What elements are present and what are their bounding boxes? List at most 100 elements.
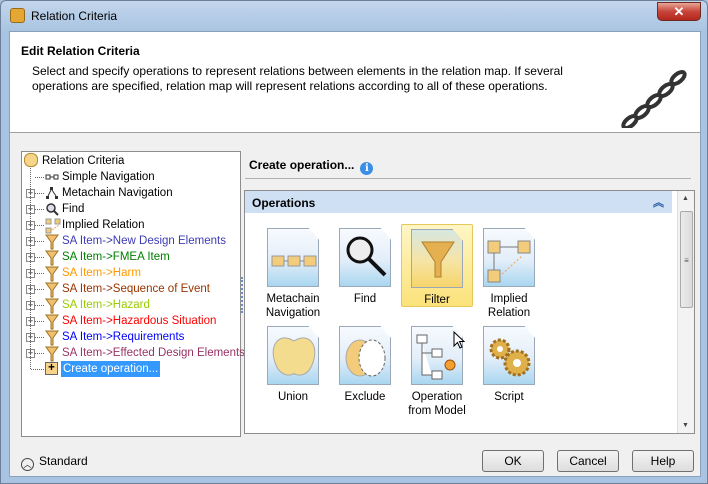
cancel-button[interactable]: Cancel: [557, 450, 619, 472]
tree-item-label: SA Item->Harm: [62, 267, 141, 279]
simple-navigation-icon: [45, 170, 59, 184]
tile-label-line1: Script: [494, 391, 524, 403]
tree-connector: [35, 273, 44, 274]
tree-connector: [30, 168, 31, 369]
tree-item-label: SA Item->Effected Design Elements: [62, 347, 245, 359]
tree-item[interactable]: + SA Item->Requirements: [24, 329, 239, 346]
tree-item[interactable]: + SA Item->Hazard: [24, 297, 239, 314]
tile-label-line1: Metachain: [266, 293, 320, 305]
tree-item-label: SA Item->FMEA Item: [62, 251, 170, 263]
chain-icon: [621, 70, 687, 128]
tree-item[interactable]: + SA Item->Harm: [24, 265, 239, 282]
filter-icon: [45, 330, 59, 346]
tile-label-line1: Filter: [424, 294, 450, 306]
tree-connector: [35, 337, 44, 338]
scroll-down-icon[interactable]: ▼: [682, 422, 689, 429]
tree-root-label: Relation Criteria: [42, 155, 125, 167]
tile-union[interactable]: Union: [257, 322, 329, 405]
tree-item-label: SA Item->Requirements: [62, 331, 185, 343]
tile-find[interactable]: Find: [329, 224, 401, 307]
filter-icon: [45, 234, 59, 250]
tile-label-line1: Operation: [411, 391, 463, 403]
collapse-icon[interactable]: ︽: [653, 194, 664, 210]
operations-panel: Operations ︽ Metachain Navigation Find Filte…: [244, 190, 695, 434]
info-icon[interactable]: i: [360, 162, 374, 175]
tile-label-line2: Relation: [487, 307, 531, 319]
tree-item-label: SA Item->New Design Elements: [62, 235, 226, 247]
tree-item-label: SA Item->Sequence of Event: [62, 283, 210, 295]
tree-connector: [35, 353, 44, 354]
add-icon: +: [45, 362, 58, 375]
find-icon: [339, 228, 391, 287]
metachain-icon: [45, 186, 58, 200]
title-bar: Relation Criteria ✕: [1, 1, 707, 31]
tile-metachain-navigation[interactable]: Metachain Navigation: [257, 224, 329, 319]
criteria-tree[interactable]: Relation Criteria Simple Navigation + Meta…: [21, 151, 245, 437]
operations-header[interactable]: Operations ︽: [245, 191, 672, 213]
tree-item[interactable]: + SA Item->Sequence of Event: [24, 281, 239, 298]
scroll-thumb[interactable]: ≡: [680, 211, 693, 308]
tree-item[interactable]: + SA Item->FMEA Item: [24, 249, 239, 266]
tree-item[interactable]: + Metachain Navigation: [24, 185, 239, 201]
filter-icon: [45, 314, 59, 330]
tile-label-line2: Navigation: [265, 307, 321, 319]
filter-icon: [45, 282, 59, 298]
filter-icon: [45, 298, 59, 314]
help-button[interactable]: Help: [632, 450, 694, 472]
find-icon: [45, 202, 59, 216]
root-icon: [24, 153, 38, 167]
right-title-text: Create operation...: [249, 158, 355, 172]
tile-exclude[interactable]: Exclude: [329, 322, 401, 405]
filter-icon: [45, 250, 59, 266]
tile-label-line2: from Model: [408, 405, 466, 417]
dialog-window: Relation Criteria ✕ Edit Relation Criter…: [0, 0, 708, 484]
tile-implied-relation[interactable]: Implied Relation: [473, 224, 545, 319]
metachain-navigation-icon: [267, 228, 319, 287]
implied-relation-icon: [483, 228, 535, 287]
tree-item[interactable]: + SA Item->New Design Elements: [24, 233, 239, 250]
tree-connector: [35, 225, 44, 226]
tree-root[interactable]: Relation Criteria: [24, 153, 124, 169]
tree-item[interactable]: + SA Item->Hazardous Situation: [24, 313, 239, 330]
tree-item[interactable]: + Find: [24, 201, 239, 217]
tree-connector: [35, 321, 44, 322]
header-panel: Edit Relation Criteria Select and specif…: [10, 32, 700, 133]
script-icon: [483, 326, 535, 385]
tree-item[interactable]: Simple Navigation: [24, 169, 239, 185]
divider: [245, 178, 691, 179]
tile-script[interactable]: Script: [473, 322, 545, 405]
operations-title: Operations: [252, 196, 316, 210]
tile-filter[interactable]: Filter: [401, 224, 473, 307]
mode-toggle[interactable]: ︿ Standard: [21, 454, 88, 471]
scroll-up-icon[interactable]: ▲: [682, 195, 689, 202]
vertical-scrollbar[interactable]: ▲ ≡ ▼: [677, 191, 694, 433]
exclude-icon: [339, 326, 391, 385]
tree-connector: [35, 193, 44, 194]
header-title: Edit Relation Criteria: [21, 44, 140, 58]
tree-item[interactable]: + SA Item->Effected Design Elements: [24, 345, 245, 362]
tree-item-label: Find: [62, 203, 85, 215]
tree-connector: [35, 209, 44, 210]
create-operation-label: Create operation...: [61, 361, 161, 377]
tree-connector: [35, 257, 44, 258]
tree-connector: [35, 305, 44, 306]
app-icon: [10, 8, 25, 23]
tree-connector: [31, 369, 44, 370]
filter-icon: [45, 346, 59, 362]
window-title: Relation Criteria: [31, 9, 118, 23]
tile-label-line1: Union: [277, 391, 309, 403]
tree-item-create-operation[interactable]: + Create operation...: [24, 361, 239, 377]
tree-item[interactable]: + Implied Relation: [24, 217, 239, 234]
header-description: Select and specify operations to represe…: [32, 64, 563, 93]
tree-item-label: Implied Relation: [62, 219, 145, 231]
close-button[interactable]: ✕: [657, 2, 701, 21]
tree-item-label: Simple Navigation: [62, 171, 155, 183]
ok-button[interactable]: OK: [482, 450, 544, 472]
tree-item-label: SA Item->Hazard: [62, 299, 150, 311]
tree-connector: [35, 289, 44, 290]
implied-relation-icon: [45, 218, 61, 234]
tree-connector: [35, 177, 44, 178]
tree-connector: [35, 241, 44, 242]
chevron-up-icon: ︿: [21, 458, 34, 471]
dialog-body: Edit Relation Criteria Select and specif…: [9, 31, 701, 477]
